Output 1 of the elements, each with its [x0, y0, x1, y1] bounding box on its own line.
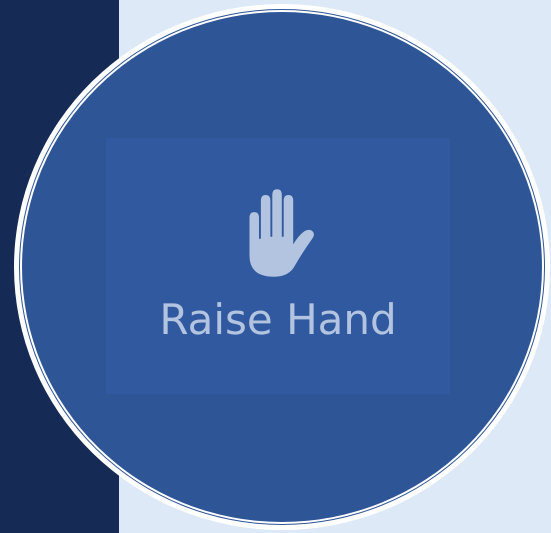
raise-hand-button[interactable]: Raise Hand [106, 138, 450, 394]
